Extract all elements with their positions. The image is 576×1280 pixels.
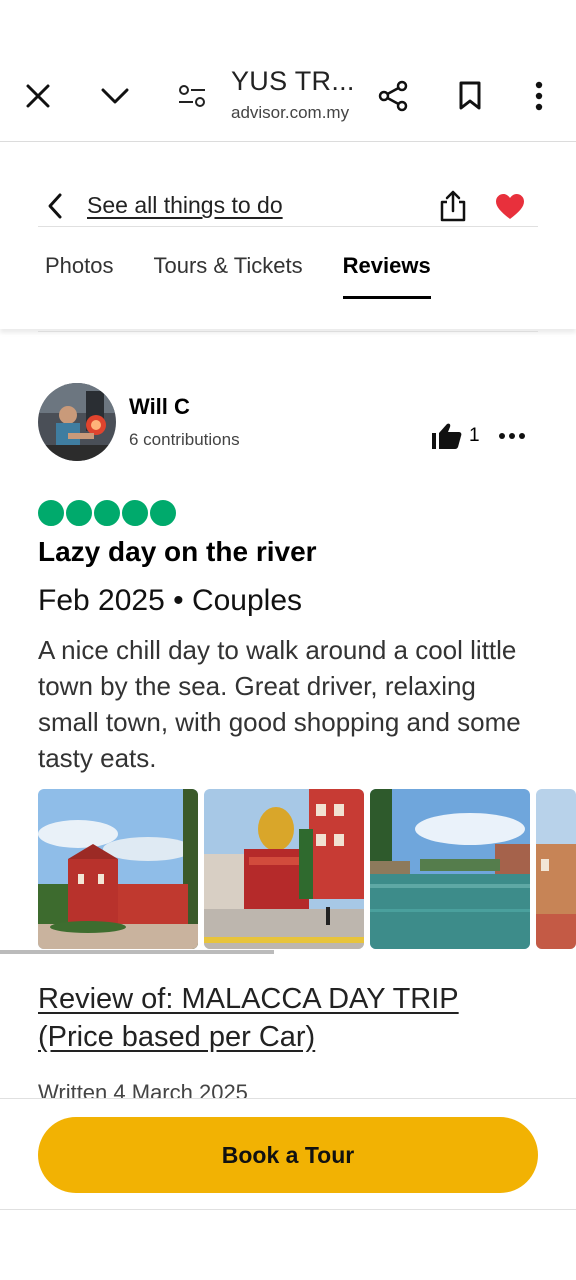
page-header: See all things to do Photos Tours & Ticke… xyxy=(0,143,576,329)
photo-scroll-indicator xyxy=(0,950,274,954)
rating-bubble xyxy=(66,500,92,526)
review-meta: Feb 2025 • Couples xyxy=(38,584,303,617)
tab-tours-tickets[interactable]: Tours & Tickets xyxy=(154,253,303,297)
more-vertical-icon[interactable] xyxy=(521,78,557,114)
tab-title: YUS TR... xyxy=(231,66,355,96)
tab-photos[interactable]: Photos xyxy=(45,253,114,297)
more-horizontal-icon[interactable] xyxy=(498,432,526,440)
reviewer-name[interactable]: Will C xyxy=(129,394,190,420)
rating-bubble xyxy=(150,500,176,526)
divider xyxy=(38,331,538,332)
share-icon[interactable] xyxy=(375,78,411,114)
review-body: A nice chill day to walk around a cool l… xyxy=(38,635,521,773)
chevron-left-icon[interactable] xyxy=(44,191,66,221)
tab-bar: Photos Tours & Tickets Reviews xyxy=(45,253,471,299)
close-icon[interactable] xyxy=(20,78,56,114)
review-of-link[interactable]: Review of: MALACCA DAY TRIP (Price based… xyxy=(38,980,538,1056)
review-title: Lazy day on the river xyxy=(38,536,317,567)
site-settings-icon[interactable] xyxy=(174,78,210,114)
avatar[interactable] xyxy=(38,383,116,461)
page-title-block[interactable]: YUS TR... advisor.com.my xyxy=(231,66,371,123)
bottom-action-bar: Book a Tour xyxy=(0,1098,576,1210)
contributions-count: 6 contributions xyxy=(129,430,240,449)
written-date: Written 4 March 2025 xyxy=(38,1080,248,1100)
thumbs-up-icon[interactable] xyxy=(431,422,463,450)
helpful-vote-count: 1 xyxy=(469,425,480,446)
chevron-down-icon[interactable] xyxy=(97,78,133,114)
see-all-link[interactable]: See all things to do xyxy=(87,192,283,219)
rating-bubbles xyxy=(38,500,176,526)
bookmark-icon[interactable] xyxy=(452,78,488,114)
rating-bubble xyxy=(94,500,120,526)
tab-reviews[interactable]: Reviews xyxy=(342,253,431,299)
browser-toolbar: YUS TR... advisor.com.my xyxy=(0,0,576,142)
book-tour-button[interactable]: Book a Tour xyxy=(38,1117,538,1193)
rating-bubble xyxy=(122,500,148,526)
review-photo[interactable] xyxy=(536,789,576,949)
review-photo[interactable] xyxy=(38,789,198,949)
back-row: See all things to do xyxy=(38,167,538,227)
rating-bubble xyxy=(38,500,64,526)
review-photo[interactable] xyxy=(370,789,530,949)
heart-icon[interactable] xyxy=(495,193,525,221)
share-upload-icon[interactable] xyxy=(438,189,468,223)
url-text: advisor.com.my xyxy=(231,103,350,122)
review-photos[interactable] xyxy=(38,789,576,949)
review-photo[interactable] xyxy=(204,789,364,949)
